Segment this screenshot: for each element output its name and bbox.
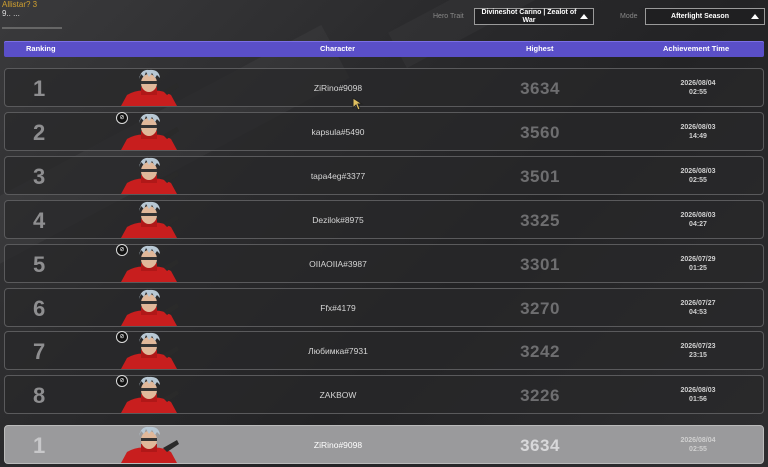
achievement-clock: 04:53 — [689, 309, 707, 316]
leaderboard-row[interactable]: 1 ZiRino#9098 3634 2026/08/04 02:55 — [4, 68, 764, 107]
highest-score: 3560 — [520, 123, 560, 142]
achievement-date: 2026/08/03 — [680, 124, 716, 131]
achievement-clock: 23:15 — [689, 352, 707, 359]
leaderboard-row[interactable]: 3 tapa4eg#3377 3501 2026/08/03 02:55 — [4, 156, 764, 195]
achievement-clock: 02:55 — [689, 89, 707, 96]
highest-score: 3634 — [520, 79, 560, 98]
achievement-date: 2026/08/03 — [680, 168, 716, 175]
hidden-eye-icon: ⊘ — [116, 112, 128, 124]
hero-trait-label: Hero Trait — [433, 13, 464, 20]
rank-number: 1 — [33, 433, 46, 458]
achievement-date: 2026/07/29 — [680, 256, 716, 263]
highest-score: 3242 — [520, 342, 560, 361]
highest-score: 3501 — [520, 167, 560, 186]
achievement-clock: 01:25 — [689, 265, 707, 272]
leaderboard-row[interactable]: ⊘ 8 ZAKBOW 3226 2026/08/03 01:56 — [4, 375, 764, 414]
highest-score: 3301 — [520, 255, 560, 274]
achievement-date: 2026/07/27 — [680, 300, 716, 307]
rank-number: 6 — [33, 296, 46, 321]
achievement-time: 2026/08/04 02:55 — [653, 436, 743, 454]
achievement-time: 2026/07/29 01:25 — [653, 255, 743, 273]
rank-number: 8 — [33, 383, 46, 408]
achievement-date: 2026/08/04 — [680, 437, 716, 444]
achievement-time: 2026/08/03 01:56 — [653, 386, 743, 404]
header-highest: Highest — [526, 44, 554, 53]
achievement-date: 2026/08/03 — [680, 212, 716, 219]
rank-number: 5 — [33, 252, 46, 277]
highest-score: 3325 — [520, 211, 560, 230]
mode-value: Afterlight Season — [671, 12, 729, 20]
achievement-date: 2026/07/23 — [680, 343, 716, 350]
player-name[interactable]: ZiRino#9098 — [245, 83, 431, 93]
rank-number: 2 — [33, 120, 46, 145]
achievement-clock: 14:49 — [689, 133, 707, 140]
player-name[interactable]: Dezilok#8975 — [245, 215, 431, 225]
chevron-up-icon — [580, 14, 588, 19]
rank-number: 3 — [33, 164, 46, 189]
player-name[interactable]: Любимка#7931 — [245, 346, 431, 356]
leaderboard-row[interactable]: 6 Ffx#4179 3270 2026/07/27 04:53 — [4, 288, 764, 327]
player-name[interactable]: tapa4eg#3377 — [245, 171, 431, 181]
character-portrait — [121, 426, 179, 463]
player-name[interactable]: Ffx#4179 — [245, 303, 431, 313]
leaderboard-row[interactable]: ⊘ 5 OIIAOIIA#3987 3301 2026/07/29 01:25 — [4, 244, 764, 283]
debug-overlay: Allistar? 3 9.. ... — [2, 0, 62, 29]
leaderboard-row[interactable]: ⊘ 7 Любимка#7931 3242 2026/07/23 23:15 — [4, 331, 764, 370]
rank-number: 1 — [33, 76, 46, 101]
highest-score: 3270 — [520, 299, 560, 318]
character-portrait — [121, 157, 179, 194]
achievement-clock: 01:56 — [689, 396, 707, 403]
player-name[interactable]: ZiRino#9098 — [245, 440, 431, 450]
overlay-bar — [2, 27, 62, 29]
character-portrait — [121, 289, 179, 326]
character-portrait — [121, 201, 179, 238]
leaderboard-row[interactable]: ⊘ 2 kapsula#5490 3560 2026/08/03 14:49 — [4, 112, 764, 151]
overlay-line: 9.. ... — [2, 9, 20, 18]
achievement-time: 2026/08/03 04:27 — [653, 211, 743, 229]
achievement-clock: 02:55 — [689, 446, 707, 453]
header-ranking: Ranking — [26, 44, 56, 53]
achievement-time: 2026/08/04 02:55 — [653, 79, 743, 97]
player-name[interactable]: kapsula#5490 — [245, 127, 431, 137]
achievement-time: 2026/08/03 14:49 — [653, 123, 743, 141]
achievement-clock: 04:27 — [689, 221, 707, 228]
leaderboard-header: Ranking Character Highest Achievement Ti… — [4, 41, 764, 57]
mode-dropdown[interactable]: Afterlight Season — [645, 8, 765, 25]
highest-score: 3226 — [520, 386, 560, 405]
chevron-up-icon — [751, 14, 759, 19]
rank-number: 4 — [33, 208, 46, 233]
achievement-time: 2026/07/23 23:15 — [653, 342, 743, 360]
hero-trait-value: Divineshot Carino | Zealot of War — [481, 8, 577, 24]
leaderboard-row[interactable]: 4 Dezilok#8975 3325 2026/08/03 04:27 — [4, 200, 764, 239]
player-name[interactable]: ZAKBOW — [245, 390, 431, 400]
header-character: Character — [320, 44, 356, 53]
achievement-time: 2026/08/03 02:55 — [653, 167, 743, 185]
rank-number: 7 — [33, 339, 46, 364]
character-portrait — [121, 69, 179, 106]
header-time: Achievement Time — [663, 44, 730, 53]
hidden-eye-icon: ⊘ — [116, 331, 128, 343]
hidden-eye-icon: ⊘ — [116, 375, 128, 387]
achievement-date: 2026/08/04 — [680, 80, 716, 87]
player-name[interactable]: OIIAOIIA#3987 — [245, 259, 431, 269]
achievement-date: 2026/08/03 — [680, 387, 716, 394]
achievement-clock: 02:55 — [689, 177, 707, 184]
mode-label: Mode — [620, 13, 638, 20]
achievement-time: 2026/07/27 04:53 — [653, 299, 743, 317]
highest-score: 3634 — [520, 436, 560, 455]
overlay-line: Allistar? 3 — [2, 0, 38, 9]
mouse-cursor-icon — [352, 97, 364, 111]
hidden-eye-icon: ⊘ — [116, 244, 128, 256]
hero-trait-dropdown[interactable]: Divineshot Carino | Zealot of War — [474, 8, 594, 25]
my-rank-row[interactable]: 1 ZiRino#9098 3634 2026/08/04 02:55 — [4, 425, 764, 464]
